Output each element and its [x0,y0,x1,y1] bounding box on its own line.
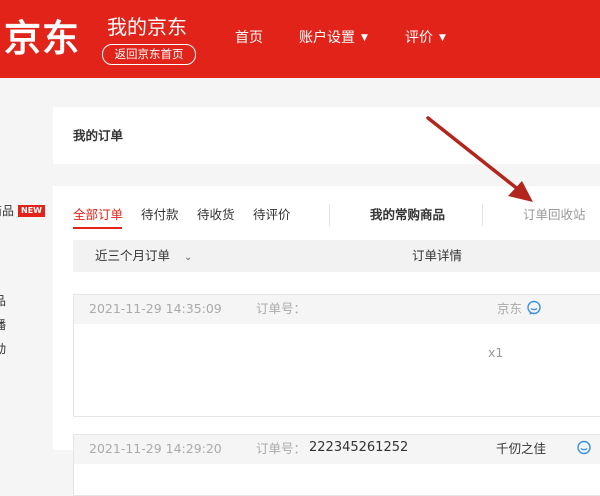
active-tab-indicator [73,227,122,229]
top-header: 京东 我的京东 返回京东首页 首页 账户设置 ▼ 评价 ▼ [0,0,600,78]
order-recycle-bin-link[interactable]: 订单回收站 [523,206,586,224]
tab-divider [329,204,330,226]
sidebar-item-fragment[interactable]: 播 [0,317,6,333]
order-date: 2021-11-29 14:29:20 [89,441,222,456]
page-title: 我的订单 [73,128,124,143]
back-home-button[interactable]: 返回京东首页 [102,44,196,65]
shop-name[interactable]: 千仞之佳 [496,441,546,457]
nav-reviews-label: 评价 [405,30,433,46]
chevron-down-icon: ⌄ [184,252,193,263]
order-detail-header: 订单详情 [412,248,463,263]
tab-pending-review[interactable]: 待评价 [253,206,291,224]
order-number-label: 订单号： [256,301,307,316]
order-card-header: 2021-11-29 14:35:09 订单号： 京东 [74,295,600,324]
chevron-down-icon: ▼ [439,33,446,43]
nav-home-label: 首页 [235,30,263,46]
time-range-select[interactable]: 近三个月订单 ⌄ [95,248,192,266]
order-number-label: 订单号： [256,441,307,456]
time-range-value: 近三个月订单 [95,248,171,263]
nav-account-settings-label: 账户设置 [299,30,355,46]
orders-panel: 全部订单 待付款 待收货 待评价 我的常购商品 订单回收站 近三个月订单 ⌄ 订单… [53,186,600,496]
order-number: 222345261252 [309,440,409,455]
nav-home[interactable]: 首页 [235,28,263,48]
order-filter-bar: 近三个月订单 ⌄ 订单详情 [73,240,600,272]
order-card: 2021-11-29 14:29:20 订单号： 222345261252 千仞… [73,434,600,496]
tab-all-orders[interactable]: 全部订单 [73,206,123,224]
nav-account-settings[interactable]: 账户设置 ▼ [299,28,368,48]
order-date: 2021-11-29 14:35:09 [89,301,222,316]
shop-name[interactable]: 京东 [497,301,522,317]
order-card: 2021-11-29 14:35:09 订单号： 京东 x1 [73,294,600,417]
jd-logo[interactable]: 京东 [4,17,80,61]
sidebar-item-fragment[interactable]: 品 [0,293,6,309]
tab-divider [482,204,483,226]
my-jd-title: 我的京东 [107,15,187,39]
frequent-products-link[interactable]: 我的常购商品 [370,206,445,224]
chat-icon[interactable] [526,300,542,316]
tab-pending-receipt[interactable]: 待收货 [197,206,235,224]
sidebar-item-fragment[interactable]: 动 [0,341,6,357]
item-quantity: x1 [488,345,504,360]
chevron-down-icon: ▼ [361,33,368,43]
nav-reviews[interactable]: 评价 ▼ [405,28,446,48]
new-badge: NEW [18,205,45,217]
chat-icon[interactable] [576,440,592,456]
tab-pending-payment[interactable]: 待付款 [141,206,179,224]
page-title-panel: 我的订单 [53,107,600,164]
sidebar-item-products[interactable]: 商品 [0,203,14,219]
